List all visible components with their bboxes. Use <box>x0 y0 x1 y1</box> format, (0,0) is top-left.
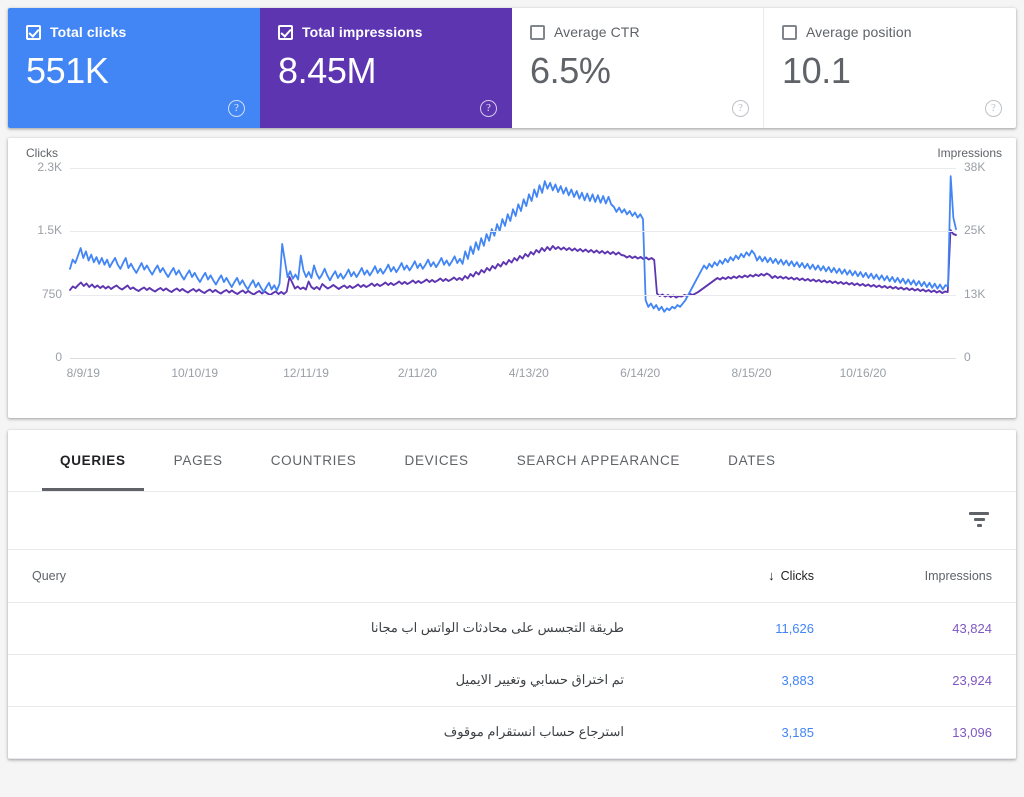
table-row[interactable]: طريقة التجسس على محادثات الواتس اب مجانا… <box>8 602 1016 655</box>
checkbox-icon[interactable] <box>26 24 41 40</box>
tab-label: COUNTRIES <box>270 453 357 468</box>
x-axis-tick: 10/10/19 <box>171 366 219 380</box>
table-body: طريقة التجسس على محادثات الواتس اب مجانا… <box>8 602 1016 759</box>
metric-card-1[interactable]: Total impressions 8.45M ? <box>260 8 512 128</box>
column-header-impressions[interactable]: Impressions <box>838 550 1016 603</box>
table-header-row: Query ↓ Clicks Impressions <box>8 550 1016 603</box>
tab-countries[interactable]: COUNTRIES <box>247 430 381 491</box>
gridline <box>70 358 956 359</box>
metric-label: Total clicks <box>50 24 127 40</box>
tab-label: DEVICES <box>404 453 469 468</box>
cell-clicks: 11,626 <box>648 602 838 655</box>
help-icon[interactable]: ? <box>985 100 1002 117</box>
cell-query: استرجاع حساب انستقرام موقوف <box>8 706 648 759</box>
cell-impressions: 23,924 <box>838 654 1016 707</box>
column-header-query[interactable]: Query <box>8 550 648 603</box>
y-axis-tick-right: 0 <box>964 350 971 364</box>
x-axis-tick: 6/14/20 <box>620 366 661 380</box>
column-header-clicks-label: Clicks <box>780 569 814 584</box>
x-axis-tick: 8/9/19 <box>66 366 100 380</box>
column-header-clicks[interactable]: ↓ Clicks <box>648 550 838 603</box>
gridline <box>70 231 956 233</box>
table-tabs: QUERIES PAGES COUNTRIES DEVICES SEARCH A… <box>8 430 1016 492</box>
tab-search-appearance[interactable]: SEARCH APPEARANCE <box>493 430 704 491</box>
tab-queries[interactable]: QUERIES <box>36 430 150 491</box>
metric-card-top-1: Total impressions <box>278 22 493 42</box>
gridline <box>70 168 956 169</box>
table-row[interactable]: استرجاع حساب انستقرام موقوف 3,185 13,096 <box>8 706 1016 759</box>
x-axis-tick: 8/15/20 <box>731 366 772 380</box>
performance-chart-panel: Clicks Impressions 2.3K 38K 1.5K 25K 750… <box>8 138 1016 418</box>
checkbox-icon[interactable] <box>530 24 545 40</box>
metric-card-top-0: Total clicks <box>26 22 241 42</box>
chart-lines <box>69 175 957 313</box>
cell-impressions: 13,096 <box>838 706 1016 759</box>
x-axis-tick: 2/11/20 <box>397 366 438 380</box>
table-row[interactable]: تم اختراق حسابي وتغيير الايميل 3,883 23,… <box>8 654 1016 707</box>
help-icon[interactable]: ? <box>228 100 245 117</box>
help-icon[interactable]: ? <box>480 100 497 117</box>
y-axis-tick-right: 38K <box>964 160 986 174</box>
metric-cards: Total clicks 551K ? Total impressions 8.… <box>8 8 1016 128</box>
tab-label: PAGES <box>173 453 223 468</box>
metric-card-2[interactable]: Average CTR 6.5% ? <box>512 8 764 128</box>
y-axis-tick-right: 25K <box>964 223 986 238</box>
tab-devices[interactable]: DEVICES <box>381 430 493 491</box>
metric-value: 8.45M <box>278 50 377 91</box>
search-performance-page: Total clicks 551K ? Total impressions 8.… <box>0 0 1024 797</box>
tab-label: DATES <box>728 453 776 468</box>
filter-icon[interactable] <box>968 511 990 530</box>
y-axis-tick-left: 1.5K <box>37 223 62 238</box>
checkbox-icon[interactable] <box>782 24 797 40</box>
help-icon[interactable]: ? <box>732 100 749 117</box>
y-axis-tick-left: 2.3K <box>37 160 62 174</box>
metric-label: Average CTR <box>554 24 640 40</box>
y-axis-tick-left: 0 <box>55 350 62 364</box>
metric-label: Average position <box>806 24 912 40</box>
metric-card-top-3: Average position <box>782 22 998 42</box>
right-axis-title: Impressions <box>937 146 1002 160</box>
metric-card-0[interactable]: Total clicks 551K ? <box>8 8 260 128</box>
tab-dates[interactable]: DATES <box>704 430 800 491</box>
tab-label: SEARCH APPEARANCE <box>516 453 681 468</box>
metric-label: Total impressions <box>302 24 423 40</box>
checkbox-icon[interactable] <box>278 24 293 40</box>
tab-pages[interactable]: PAGES <box>150 430 247 491</box>
cell-query: طريقة التجسس على محادثات الواتس اب مجانا <box>8 602 648 655</box>
left-axis-title: Clicks <box>26 146 58 160</box>
cell-query: تم اختراق حسابي وتغيير الايميل <box>8 654 648 707</box>
metric-card-3[interactable]: Average position 10.1 ? <box>764 8 1016 128</box>
performance-table-panel: QUERIES PAGES COUNTRIES DEVICES SEARCH A… <box>8 430 1016 759</box>
metric-value: 10.1 <box>782 50 851 91</box>
x-axis-tick: 4/13/20 <box>508 366 549 380</box>
y-axis-tick-right: 13K <box>964 286 986 301</box>
cell-clicks: 3,185 <box>648 706 838 759</box>
x-axis-tick: 12/11/19 <box>283 366 329 380</box>
x-axis-tick: 10/16/20 <box>839 366 887 380</box>
metric-value: 551K <box>26 50 109 91</box>
table-toolbar <box>8 492 1016 550</box>
cell-impressions: 43,824 <box>838 602 1016 655</box>
gridline <box>70 294 956 296</box>
chart-plot-area: 2.3K 38K 1.5K 25K 750 13K 0 0 8/9/19 10/10… <box>37 160 985 380</box>
y-axis-tick-left: 750 <box>41 286 62 301</box>
metric-card-top-2: Average CTR <box>530 22 745 42</box>
cell-clicks: 3,883 <box>648 654 838 707</box>
tab-label: QUERIES <box>60 453 126 468</box>
metric-value: 6.5% <box>530 50 611 91</box>
queries-table: Query ↓ Clicks Impressions طريقة التجسس ع… <box>8 550 1016 759</box>
sort-descending-icon: ↓ <box>768 568 775 584</box>
